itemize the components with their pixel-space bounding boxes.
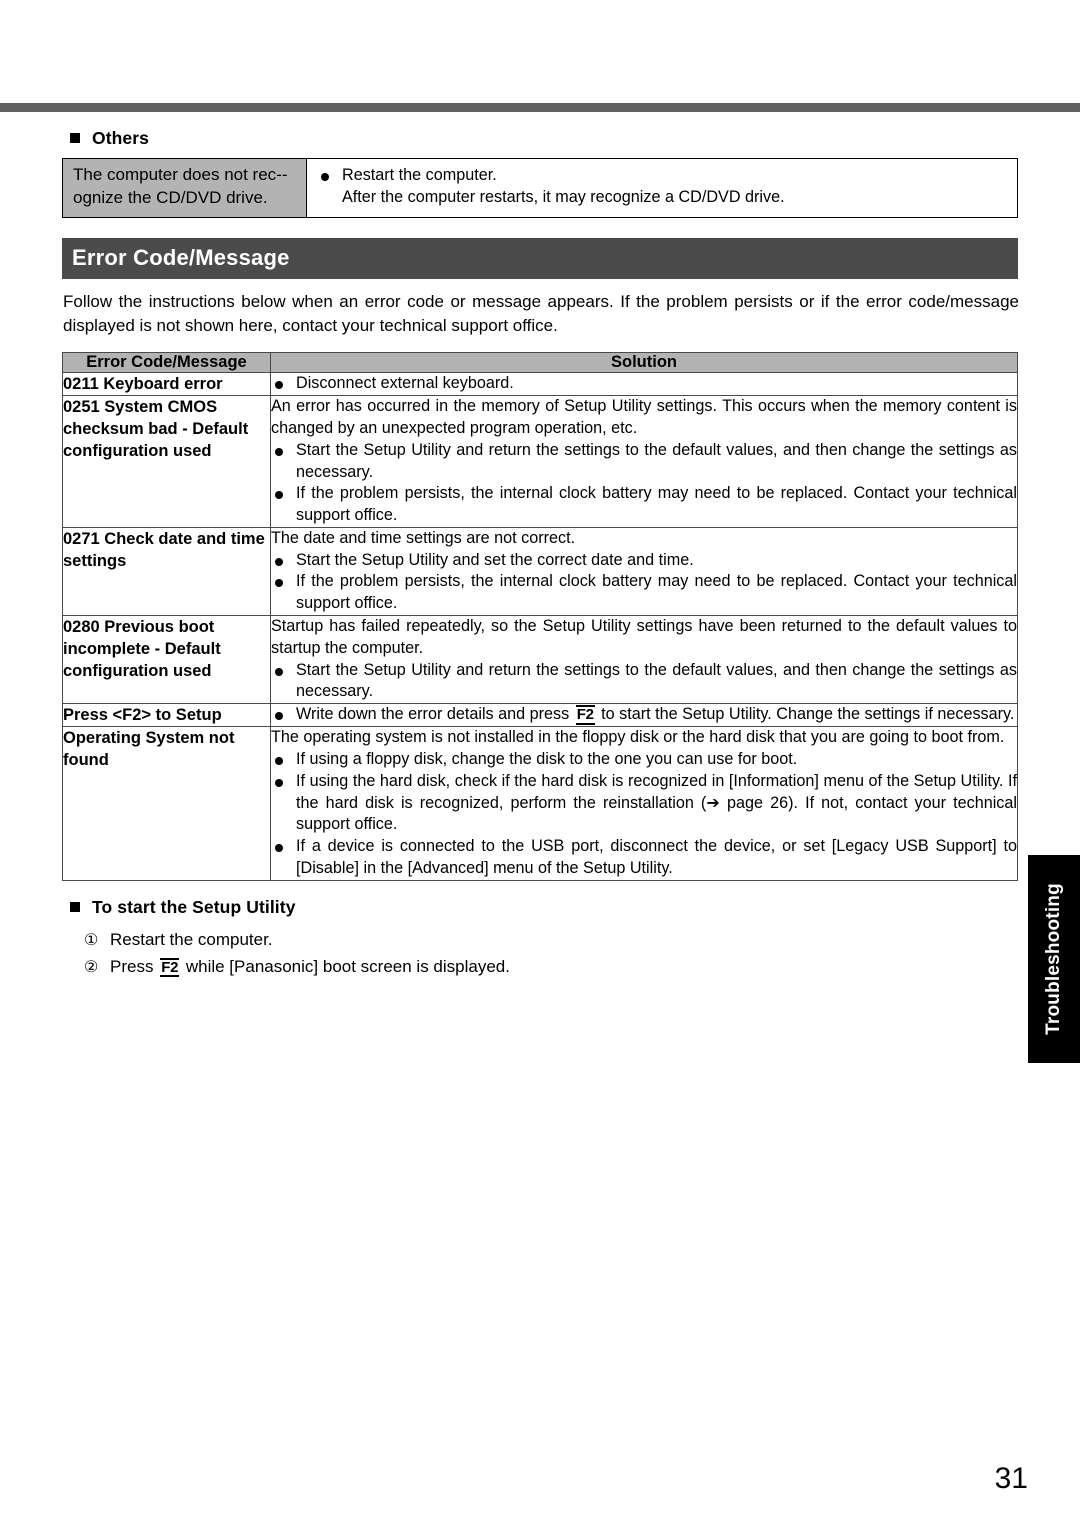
- error-solution-cell: An error has occurred in the memory of S…: [270, 395, 1018, 528]
- list-item: ② Press F2 while [Panasonic] boot screen …: [84, 954, 1018, 981]
- error-code-cell: 0211 Keyboard error: [62, 372, 271, 397]
- others-table: The computer does not rec-­ognize the CD…: [62, 158, 1018, 218]
- solution-list: If using a floppy disk, change the disk …: [271, 749, 1017, 880]
- page-content: Others The computer does not rec-­ognize…: [62, 128, 1019, 981]
- list-item: Start the Setup Utility and set the corr…: [271, 550, 1017, 572]
- error-code-cell: 0280 Previous boot incomplete - Default …: [62, 615, 271, 705]
- column-header-solution: Solution: [270, 352, 1018, 374]
- section-heading-others: Others: [70, 128, 1018, 149]
- column-header-code: Error Code/Message: [62, 352, 271, 374]
- solution-list: Start the Setup Utility and return the s…: [271, 660, 1017, 704]
- step-text-1: Restart the computer.: [110, 929, 273, 949]
- error-solution-cell: Disconnect external keyboard.: [270, 372, 1018, 397]
- list-item: After the computer restarts, it may reco…: [342, 187, 785, 206]
- table-header-row: Error Code/Message Solution: [62, 352, 1018, 374]
- table-row: 0211 Keyboard error Disconnect external …: [62, 372, 1018, 397]
- error-code-cell: Press <F2> to Setup: [62, 703, 271, 728]
- table-row: 0271 Check date and time settings The da…: [62, 526, 1018, 617]
- section-heading-others-label: Others: [92, 128, 150, 148]
- solution-intro: The operating system is not installed in…: [271, 728, 1005, 747]
- list-item: If a device is connected to the USB port…: [271, 836, 1017, 880]
- table-row: Operating System not found The operating…: [62, 726, 1018, 881]
- square-bullet-icon: [70, 901, 80, 912]
- error-code-banner: Error Code/Message: [62, 237, 1018, 279]
- error-section-intro: Follow the instructions below when an er…: [63, 291, 1019, 335]
- list-item: Start the Setup Utility and return the s…: [271, 440, 1017, 484]
- page-number: 31: [994, 1462, 1028, 1495]
- error-solution-cell: The operating system is not installed in…: [270, 726, 1018, 881]
- error-code-cell: 0271 Check date and time settings: [62, 526, 271, 617]
- others-solution-list: Restart the computer. After the computer…: [317, 165, 1009, 209]
- section-heading-setup: To start the Setup Utility: [70, 897, 1018, 918]
- table-row: The computer does not rec-­ognize the CD…: [62, 158, 1018, 218]
- step-number-2: ②: [84, 958, 99, 976]
- error-solution-cell: Startup has failed repeatedly, so the Se…: [270, 615, 1018, 705]
- list-item: If the problem persists, the internal cl…: [271, 571, 1017, 615]
- others-symptom-text: The computer does not rec-­ognize the CD…: [73, 165, 288, 207]
- error-code-cell: 0251 System CMOS checksum bad - Default …: [62, 395, 271, 528]
- table-row: 0280 Previous boot incomplete - Default …: [62, 615, 1018, 705]
- step-text-2-before: Press: [110, 956, 154, 976]
- solution-list: Disconnect external keyboard.: [271, 373, 1017, 395]
- step-text-2-after: while [Panasonic] boot screen is display…: [185, 956, 510, 976]
- table-row: Press <F2> to Setup Write down the error…: [62, 703, 1018, 728]
- f2-bullet-after: to start the Setup Utility. Change the s…: [601, 705, 1015, 724]
- step-number-1: ①: [84, 931, 99, 949]
- list-item: If the problem persists, the internal cl…: [271, 483, 1017, 527]
- error-code-cell: Operating System not found: [62, 726, 271, 881]
- f2-keycap-icon: F2: [575, 705, 595, 725]
- list-item: If using the hard disk, check if the har…: [271, 771, 1017, 836]
- solution-intro: The date and time settings are not corre…: [271, 528, 576, 547]
- square-bullet-icon: [70, 133, 80, 143]
- list-item: Write down the error details and press F…: [271, 704, 1017, 726]
- f2-bullet-before: Write down the error details and press: [296, 705, 570, 724]
- arrow-right-icon: ➔: [706, 793, 720, 812]
- setup-steps: ① Restart the computer. ② Press F2 while […: [84, 927, 1018, 981]
- list-item: Disconnect external keyboard.: [271, 373, 1017, 395]
- f2-keycap-icon: F2: [160, 957, 180, 978]
- side-tab-label: Troubleshooting: [1043, 883, 1064, 1035]
- others-solution-body: Restart the computer. After the computer…: [307, 159, 1017, 217]
- solution-intro: Startup has failed repeatedly, so the Se…: [271, 617, 1017, 657]
- table-row: 0251 System CMOS checksum bad - Default …: [62, 395, 1018, 528]
- solution-list: Start the Setup Utility and return the s…: [271, 440, 1017, 527]
- solution-intro: An error has occurred in the memory of S…: [271, 397, 1017, 438]
- solution-list: Write down the error details and press F…: [271, 704, 1017, 726]
- section-heading-setup-label: To start the Setup Utility: [92, 896, 296, 917]
- list-item: Start the Setup Utility and return the s…: [271, 660, 1017, 704]
- list-item: If using a floppy disk, change the disk …: [271, 749, 1017, 771]
- page-top-rule: [0, 103, 1080, 112]
- error-solution-cell: The date and time settings are not corre…: [270, 526, 1018, 617]
- solution-list: Start the Setup Utility and set the corr…: [271, 550, 1017, 615]
- list-item: Restart the computer.: [317, 165, 1009, 187]
- list-item: ① Restart the computer.: [84, 927, 1018, 954]
- others-symptom-cell: The computer does not rec-­ognize the CD…: [62, 158, 307, 218]
- setup-utility-section: To start the Setup Utility ① Restart the …: [62, 897, 1018, 981]
- side-tab-troubleshooting: Troubleshooting: [1028, 855, 1080, 1063]
- error-solution-cell: Write down the error details and press F…: [270, 703, 1018, 728]
- others-solution-cell: Restart the computer. After the computer…: [306, 158, 1018, 218]
- error-code-table: Error Code/Message Solution 0211 Keyboar…: [62, 352, 1018, 881]
